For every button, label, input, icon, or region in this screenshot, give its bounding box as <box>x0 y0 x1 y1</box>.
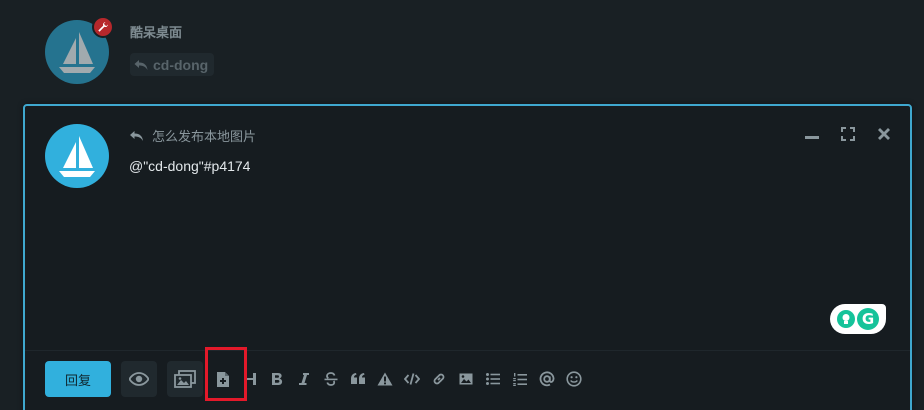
preview-eye-icon <box>129 372 149 386</box>
link-button[interactable] <box>425 361 452 397</box>
composer-textarea[interactable]: @"cd-dong"#p4174 <box>129 158 869 338</box>
mention-button[interactable] <box>533 361 560 397</box>
italic-icon <box>298 373 309 385</box>
image-upload-button[interactable] <box>167 361 203 397</box>
close-button[interactable] <box>876 126 892 142</box>
strikethrough-icon <box>324 372 337 386</box>
link-icon <box>433 373 444 385</box>
minimize-button[interactable] <box>804 126 820 142</box>
italic-button[interactable] <box>290 361 317 397</box>
lightbulb-icon <box>837 310 855 328</box>
composer-title[interactable]: 怎么发布本地图片 <box>129 126 256 145</box>
bold-icon <box>271 373 282 385</box>
bold-button[interactable] <box>263 361 290 397</box>
heading-button[interactable] <box>236 361 263 397</box>
file-upload-button[interactable] <box>209 361 236 397</box>
emoji-icon <box>565 371 582 387</box>
reply-composer: 怎么发布本地图片 @"cd-dong"#p4174 G 回复 <box>23 104 912 410</box>
grammarly-icon: G <box>857 308 879 330</box>
toolbar-divider <box>25 350 910 351</box>
discussion-title: 怎么发布本地图片 <box>152 130 257 145</box>
wrench-icon <box>98 22 108 32</box>
grammarly-widget[interactable]: G <box>830 304 886 334</box>
heading-icon <box>243 373 256 385</box>
mention-icon <box>539 371 554 387</box>
image-button[interactable] <box>452 361 479 397</box>
ordered-list-button[interactable] <box>506 361 533 397</box>
image-icon <box>459 373 472 385</box>
ordered-list-icon <box>512 372 527 386</box>
bullet-list-button[interactable] <box>479 361 506 397</box>
quote-icon <box>350 373 365 384</box>
reply-to-username: cd-dong <box>153 56 209 73</box>
wrench-badge <box>92 16 114 38</box>
warning-button[interactable] <box>371 361 398 397</box>
strikethrough-button[interactable] <box>317 361 344 397</box>
expand-icon <box>841 127 855 141</box>
window-controls <box>804 126 892 142</box>
emoji-button[interactable] <box>560 361 587 397</box>
close-icon <box>878 128 890 140</box>
fullscreen-button[interactable] <box>840 126 856 142</box>
minimize-icon <box>805 136 819 139</box>
file-upload-icon <box>216 371 229 387</box>
code-button[interactable] <box>398 361 425 397</box>
sailboat-icon <box>59 136 95 177</box>
preview-button[interactable] <box>121 361 157 397</box>
reply-icon <box>130 130 143 141</box>
code-icon <box>403 373 420 385</box>
image-upload-icon <box>174 370 196 388</box>
quote-button[interactable] <box>344 361 371 397</box>
warning-icon <box>377 372 392 386</box>
composer-toolbar: 回复 <box>45 361 587 397</box>
post-username[interactable]: 酷呆桌面 <box>130 22 182 41</box>
bullet-list-icon <box>485 373 500 385</box>
reply-icon <box>134 59 148 70</box>
composer-avatar <box>45 124 109 188</box>
reply-submit-button[interactable]: 回复 <box>45 361 111 397</box>
reply-to-pill[interactable]: cd-dong <box>130 53 215 76</box>
